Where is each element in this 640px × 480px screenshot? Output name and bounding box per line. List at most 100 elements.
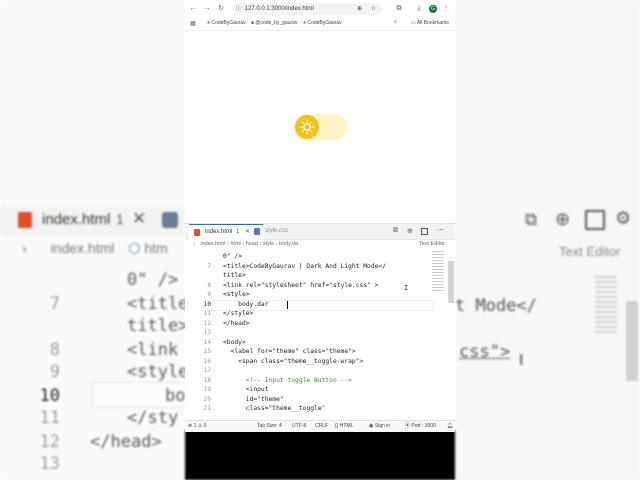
- tab-size-status[interactable]: Tab Size: 4: [257, 421, 282, 432]
- code-line: title>: [127, 316, 189, 336]
- apps-grid-icon[interactable]: ▦: [189, 20, 197, 28]
- forward-icon[interactable]: →: [203, 5, 211, 13]
- line-number: 18: [203, 376, 211, 384]
- address-bar[interactable]: ⓘ 127.0.0.1:3000/index.html ⊕ ☆: [232, 3, 382, 15]
- code-area[interactable]: 0" /> 7 <title>CodeByGaurav | Dark And L…: [185, 251, 455, 416]
- code-line: </style>: [223, 310, 254, 317]
- code-line: class="theme__toggle": [223, 405, 326, 412]
- menu-icon[interactable]: ⋮: [442, 5, 450, 13]
- tab-label: style.css: [265, 228, 289, 234]
- eol-status[interactable]: CRLF: [315, 421, 328, 432]
- back-icon[interactable]: ←: [189, 5, 197, 13]
- layout-icon: [585, 210, 605, 230]
- bookmark-item[interactable]: ● CodeByGaurav: [207, 20, 246, 26]
- tab-style-css[interactable]: style.css: [249, 224, 315, 239]
- encoding-status[interactable]: UTF-8: [292, 421, 306, 432]
- code-line: <input: [223, 386, 269, 393]
- code-line: <span class="theme__toggle-wrap">: [223, 357, 364, 365]
- line-number: 7: [49, 294, 60, 314]
- problems-status[interactable]: ⊗ 1 ⚠ 0: [188, 421, 206, 432]
- bookmark-item[interactable]: ● CodeByGaurav: [303, 20, 342, 26]
- background-right-editor: ⧉ ⊕ ⚙ Text Editor t Mode</ css"> I: [455, 206, 640, 480]
- live-server-status[interactable]: ⦿ Port : 3000: [405, 421, 436, 432]
- more-bookmarks-button[interactable]: »: [394, 19, 397, 25]
- breadcrumb: › index.html › html › head › style › bod…: [185, 239, 455, 250]
- line-number: 12: [203, 319, 211, 327]
- vertical-scrollbar[interactable]: [448, 261, 454, 303]
- breadcrumb-item[interactable]: head: [246, 241, 258, 247]
- text-cursor: [287, 301, 288, 309]
- line-number: 10: [203, 300, 211, 308]
- background-tab-label: index.html: [42, 211, 111, 228]
- error-count: 1: [193, 423, 197, 429]
- code-line: </head>: [90, 432, 162, 452]
- code-fragment: css">: [459, 342, 511, 362]
- code-line: <title: [127, 294, 189, 314]
- chevron-right-icon: ›: [193, 241, 195, 247]
- mouse-cursor-icon: I: [404, 284, 409, 292]
- split-editor-icon[interactable]: ⧉: [393, 227, 398, 235]
- code-line: <!-- Input toggle Button -->: [223, 376, 352, 384]
- language-status[interactable]: {} HTML: [335, 421, 353, 432]
- zoom-icon[interactable]: ⊕: [357, 3, 362, 15]
- minimap[interactable]: [432, 251, 446, 311]
- bookmark-item[interactable]: ■ @code_by_gaurav: [251, 20, 297, 26]
- sign-in-status[interactable]: ◉ Sign in: [369, 421, 390, 432]
- line-number: 15: [203, 348, 211, 355]
- background-minimap: [595, 276, 617, 336]
- globe-icon: ●: [207, 20, 211, 26]
- css-file-icon: [254, 228, 260, 235]
- chevron-right-icon: ›: [22, 240, 27, 256]
- breadcrumb-item[interactable]: index.html: [200, 241, 225, 247]
- folder-icon: ▭: [411, 20, 416, 26]
- radio-tower-icon: ⦿: [405, 423, 411, 429]
- more-actions-icon[interactable]: ⋯: [437, 226, 444, 234]
- reload-icon[interactable]: ↻: [217, 5, 225, 13]
- status-bar: ⊗ 1 ⚠ 0 Tab Size: 4 UTF-8 CRLF {} HTML ◉…: [185, 420, 455, 432]
- all-bookmarks-button[interactable]: ▭ All Bookmarks: [411, 20, 449, 26]
- code-fragment: t Mode</: [455, 296, 537, 316]
- html5-icon: [194, 229, 200, 236]
- avatar[interactable]: G: [429, 5, 437, 13]
- bookmark-label: @code_by_gaurav: [255, 20, 298, 26]
- tab-label: index.html: [205, 229, 233, 235]
- globe-icon[interactable]: ⊕: [407, 227, 413, 235]
- extensions-icon[interactable]: ⧉: [395, 5, 403, 13]
- text-editor-label[interactable]: Text Editor: [419, 239, 445, 250]
- line-number: 13: [203, 329, 211, 336]
- all-bookmarks-label: All Bookmarks: [416, 20, 449, 26]
- html-element-icon: ⬡: [128, 240, 141, 256]
- code-line: <style: [127, 362, 189, 382]
- error-icon: ⊗: [188, 423, 193, 429]
- minimap-content: [432, 251, 444, 291]
- site-info-icon[interactable]: ⓘ: [236, 6, 241, 12]
- bookmark-label: CodeByGaurav: [307, 20, 342, 26]
- background-scrollbar: [626, 301, 638, 381]
- line-number: 7: [207, 262, 211, 270]
- code-line: 0" />: [127, 270, 179, 290]
- breadcrumb-item[interactable]: body.da: [279, 241, 298, 247]
- star-icon[interactable]: ☆: [371, 3, 376, 15]
- code-line: </sty: [127, 408, 179, 428]
- breadcrumb-item[interactable]: style: [263, 241, 274, 247]
- globe-icon: ⊕: [555, 209, 571, 229]
- code-line: title>: [223, 272, 246, 279]
- address-bar-row: ← → ↻ ⓘ 127.0.0.1:3000/index.html ⊕ ☆ ⧉ …: [185, 0, 455, 18]
- line-number: 14: [203, 338, 211, 346]
- code-line: body.dar: [223, 300, 269, 308]
- notifications-icon[interactable]: 🔔︎: [447, 421, 453, 432]
- layout-icon[interactable]: [421, 228, 428, 235]
- line-number: 21: [203, 405, 211, 412]
- settings-icon: ⚙: [615, 208, 632, 228]
- code-editor: index.html 1 ✕ style.css ⧉ ⊕ ⋯ › index.h…: [185, 223, 455, 432]
- background-breadcrumb-next: htm: [144, 240, 168, 256]
- code-line: bo: [165, 386, 186, 406]
- line-number: 10: [39, 386, 60, 406]
- line-number: 20: [203, 395, 211, 403]
- code-line: <title>CodeByGaurav | Dark And Light Mod…: [223, 262, 387, 270]
- breadcrumb-item[interactable]: html: [230, 241, 240, 247]
- code-line: <body>: [223, 338, 246, 346]
- line-number: 12: [39, 432, 60, 452]
- background-code: 0" /> 7 <title title> 8 <link 9 <style 1…: [0, 262, 189, 480]
- download-icon[interactable]: ⤓: [415, 5, 423, 13]
